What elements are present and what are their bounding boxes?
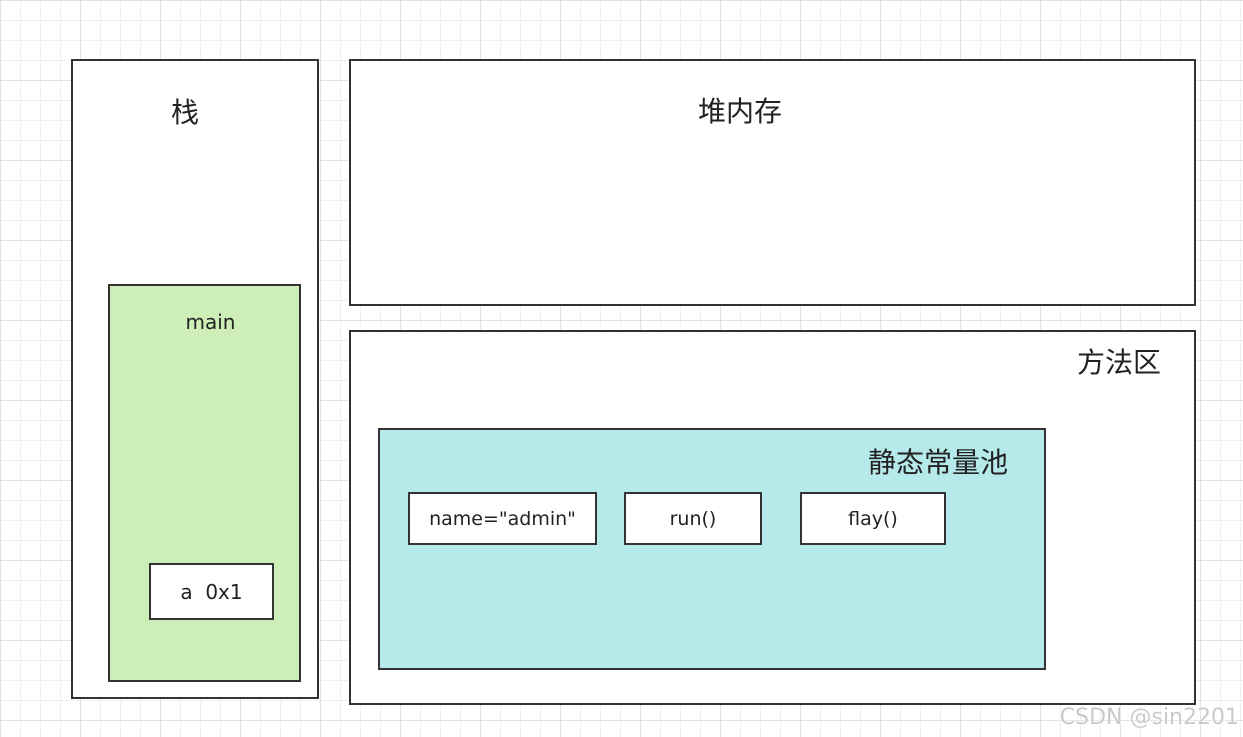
constant-pool-item: run() xyxy=(624,492,762,545)
method-area-region: 方法区 静态常量池 name="admin" run() flay() xyxy=(349,330,1196,705)
constant-pool-item: name="admin" xyxy=(408,492,597,545)
heap-title: 堆内存 xyxy=(698,95,783,128)
constant-pool-item: flay() xyxy=(800,492,946,545)
static-constant-pool: 静态常量池 name="admin" run() flay() xyxy=(378,428,1046,670)
stack-region: 栈 main a 0x1 xyxy=(71,59,319,699)
main-stack-frame: main a 0x1 xyxy=(108,284,301,682)
method-area-title: 方法区 xyxy=(1077,346,1162,379)
stack-frame-title: main xyxy=(185,310,236,334)
constant-pool-title: 静态常量池 xyxy=(868,446,1009,479)
stack-variable-box: a 0x1 xyxy=(149,563,274,620)
stack-title: 栈 xyxy=(171,96,200,129)
diagram-canvas: 栈 main a 0x1 堆内存 方法区 静态常量池 name="admin" … xyxy=(0,0,1243,737)
watermark: CSDN @sin2201 xyxy=(1059,705,1239,730)
heap-region: 堆内存 xyxy=(349,59,1196,306)
